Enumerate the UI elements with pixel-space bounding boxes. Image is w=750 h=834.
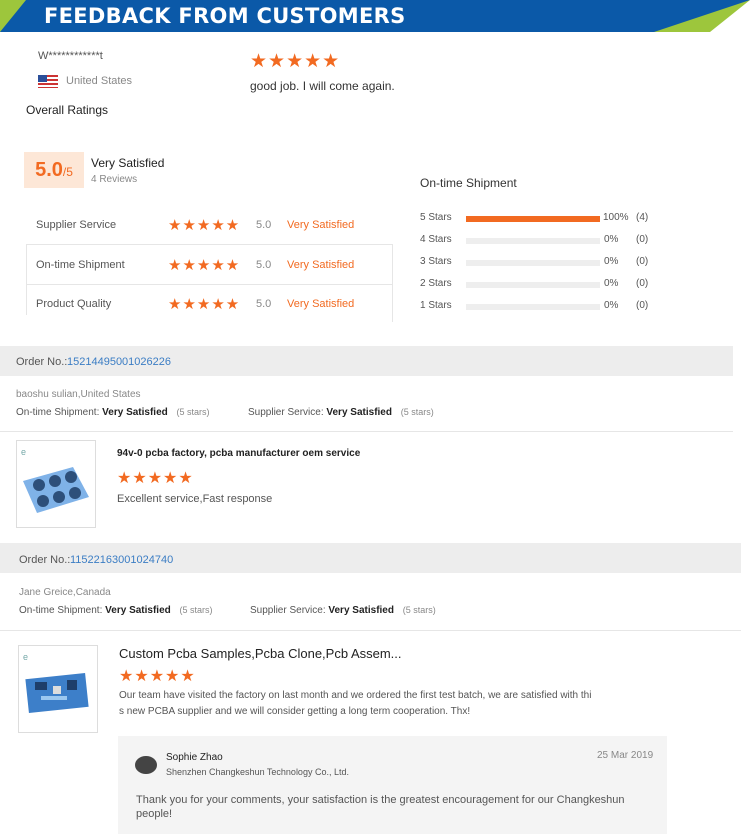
rating-row-value: 5.0 — [256, 219, 272, 231]
divider — [0, 431, 733, 432]
overall-score-badge: 5.0/5 — [24, 152, 84, 188]
overall-label: Very Satisfied — [91, 156, 165, 170]
star-row-label: 1 Stars — [420, 300, 452, 311]
divider — [0, 630, 741, 631]
order-label: Order No.: — [19, 554, 71, 566]
rating-row-label: On-time Shipment — [36, 259, 125, 271]
star-row-count: (0) — [636, 256, 649, 267]
star-row-percent: 0% — [604, 256, 619, 267]
svg-text:e: e — [23, 652, 28, 662]
rating-row-label: Product Quality — [36, 298, 112, 310]
reviewer-name: W************t — [38, 50, 103, 62]
star-row-count: (4) — [636, 212, 649, 223]
divider — [26, 244, 392, 245]
product-title-link[interactable]: Custom Pcba Samples,Pcba Clone,Pcb Assem… — [119, 646, 402, 661]
user-avatar-icon — [135, 756, 157, 774]
star-row-bar — [466, 260, 600, 266]
reply-text-line: Thank you for your comments, your satisf… — [136, 794, 625, 806]
product-stars: ★★★★★ — [117, 470, 194, 487]
product-thumbnail[interactable]: e — [16, 440, 96, 528]
product-comment-line: Our team have visited the factory on las… — [119, 690, 592, 701]
product-thumbnail[interactable]: e — [18, 645, 98, 733]
star-row-bar — [466, 282, 600, 288]
star-row-label: 3 Stars — [420, 256, 452, 267]
svg-text:e: e — [21, 447, 26, 457]
order-number-link[interactable]: 15214495001026226 — [67, 356, 171, 368]
shipment-rating: On-time Shipment: Very Satisfied (5 star… — [19, 605, 213, 616]
divider — [26, 244, 27, 315]
rating-row-stars: ★★★★★ — [168, 217, 241, 234]
star-row-percent: 0% — [604, 278, 619, 289]
service-rating: Supplier Service: Very Satisfied (5 star… — [248, 407, 434, 418]
product-title-link[interactable]: 94v-0 pcba factory, pcba manufacturer oe… — [117, 448, 360, 459]
reviewer-country: United States — [66, 75, 133, 87]
product-comment-line: s new PCBA supplier and we will consider… — [119, 706, 471, 717]
supplier-reply — [118, 736, 667, 834]
section-banner: FEEDBACK FROM CUSTOMERS — [0, 0, 750, 32]
rating-row-stars: ★★★★★ — [168, 296, 241, 313]
divider — [26, 284, 392, 285]
shipment-heading: On-time Shipment — [420, 176, 517, 190]
reply-company: Shenzhen Changkeshun Technology Co., Ltd… — [166, 767, 349, 777]
rating-row-text: Very Satisfied — [287, 298, 355, 310]
product-comment: Excellent service,Fast response — [117, 493, 273, 505]
reply-date: 25 Mar 2019 — [597, 750, 654, 761]
rating-row-value: 5.0 — [256, 259, 272, 271]
overall-ratings-heading: Overall Ratings — [26, 103, 109, 117]
star-row-label: 5 Stars — [420, 212, 452, 223]
rating-row-label: Supplier Service — [36, 219, 117, 231]
reply-text-line: people! — [136, 808, 173, 820]
reply-author: Sophie Zhao — [166, 752, 223, 763]
divider — [392, 244, 393, 322]
buyer-info: baoshu sulian,United States — [16, 389, 141, 400]
star-row-count: (0) — [636, 278, 649, 289]
star-row-bar — [466, 238, 600, 244]
shipment-rating: On-time Shipment: Very Satisfied (5 star… — [16, 407, 210, 418]
star-row-percent: 0% — [604, 300, 619, 311]
star-row-percent: 0% — [604, 234, 619, 245]
buyer-info: Jane Greice,Canada — [19, 587, 111, 598]
banner-title: FEEDBACK FROM CUSTOMERS — [44, 4, 406, 28]
service-rating: Supplier Service: Very Satisfied (5 star… — [250, 605, 436, 616]
star-row-bar — [466, 304, 600, 310]
us-flag-icon — [38, 75, 58, 88]
star-row-bar — [466, 216, 600, 222]
rating-row-text: Very Satisfied — [287, 259, 355, 271]
review-text: good job. I will come again. — [250, 79, 395, 93]
rating-row-value: 5.0 — [256, 298, 272, 310]
star-row-count: (0) — [636, 234, 649, 245]
star-row-label: 2 Stars — [420, 278, 452, 289]
rating-row-text: Very Satisfied — [287, 219, 355, 231]
review-stars: ★★★★★ — [250, 51, 341, 72]
star-row-percent: 100% — [603, 212, 629, 223]
rating-row-stars: ★★★★★ — [168, 257, 241, 274]
star-row-label: 4 Stars — [420, 234, 452, 245]
order-number-link[interactable]: 11522163001024740 — [70, 554, 173, 566]
star-row-count: (0) — [636, 300, 649, 311]
star-row-bar-fill — [466, 216, 600, 222]
product-stars: ★★★★★ — [119, 668, 196, 685]
overall-reviews-count: 4 Reviews — [91, 174, 138, 185]
order-label: Order No.: — [16, 356, 68, 368]
